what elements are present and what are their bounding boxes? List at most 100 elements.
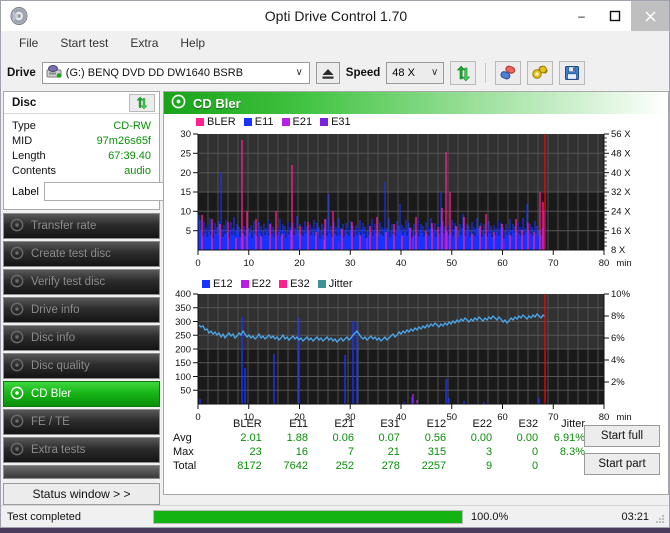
svg-text:min: min xyxy=(616,412,631,423)
sidebar-item-cd-bler[interactable]: CD Bler xyxy=(3,381,160,407)
legend-item-e32: E32 xyxy=(279,278,310,290)
menu-extra[interactable]: Extra xyxy=(120,33,168,53)
svg-text:20: 20 xyxy=(294,258,305,269)
disc-icon xyxy=(10,442,24,459)
resize-grip-icon[interactable] xyxy=(655,514,665,524)
disc-refresh-button[interactable] xyxy=(129,94,155,112)
sidebar-item-fe-te[interactable]: FE / TE xyxy=(3,409,160,435)
svg-text:300: 300 xyxy=(175,317,191,328)
stats-cell: 6.91% xyxy=(553,432,585,444)
chevron-down-icon[interactable]: ∨ xyxy=(295,67,302,78)
sidebar-filler xyxy=(3,465,160,479)
sidebar-item-label: Disc info xyxy=(31,332,76,344)
test-nav-list: Transfer rate Create test disc Verify te… xyxy=(3,213,160,479)
svg-text:8 X: 8 X xyxy=(611,245,626,256)
svg-text:60: 60 xyxy=(497,258,508,269)
legend-item-jitter: Jitter xyxy=(317,278,353,290)
stats-corner xyxy=(169,417,219,431)
sidebar-item-label: Transfer rate xyxy=(31,220,97,232)
stats-cell: 8172 xyxy=(237,460,262,472)
stats-col-jitter: Jitter xyxy=(561,418,585,430)
drive-label: Drive xyxy=(7,67,36,79)
disc-row-type: Type CD-RW xyxy=(12,118,151,133)
minimize-button[interactable]: – xyxy=(565,1,598,31)
eject-button[interactable] xyxy=(315,62,340,84)
stats-cell: 7642 xyxy=(283,460,308,472)
stats-row-label: Max xyxy=(173,446,194,458)
stats-col-bler: BLER xyxy=(233,418,262,430)
disc-row-value: 97m26s65f xyxy=(96,134,151,147)
drive-icon xyxy=(46,64,62,82)
disc-icon xyxy=(10,218,24,235)
disc-row-key: Contents xyxy=(12,164,57,177)
erase-button[interactable] xyxy=(495,61,522,85)
stats-cell: 278 xyxy=(381,460,400,472)
refresh-button[interactable] xyxy=(450,61,477,85)
menu-start-test[interactable]: Start test xyxy=(50,33,118,53)
stats-col-e21: E21 xyxy=(334,418,354,430)
svg-text:2%: 2% xyxy=(611,377,625,388)
legend-swatch xyxy=(240,280,249,288)
sidebar-item-disc-info[interactable]: Disc info xyxy=(3,325,160,351)
disc-row-key: Type xyxy=(12,119,36,132)
stats-cell: 0.00 xyxy=(470,432,493,444)
stats-col-e12: E12 xyxy=(426,418,447,430)
disc-row-value: audio xyxy=(124,164,151,177)
legend-item-e22: E22 xyxy=(240,278,271,290)
maximize-button[interactable] xyxy=(598,1,631,31)
stats-cell: 252 xyxy=(335,460,354,472)
svg-text:40: 40 xyxy=(396,258,407,269)
svg-text:50: 50 xyxy=(446,258,457,269)
stats-cell: 0 xyxy=(531,460,539,472)
chevron-down-icon[interactable]: ∨ xyxy=(431,67,438,78)
svg-text:400: 400 xyxy=(175,289,191,300)
svg-text:80: 80 xyxy=(599,412,610,423)
save-icon xyxy=(565,66,580,80)
legend-item-e11: E11 xyxy=(243,116,274,128)
svg-text:25: 25 xyxy=(180,149,191,160)
drive-select[interactable]: (G:) BENQ DVD DD DW1640 BSRB ∨ xyxy=(41,62,310,84)
sidebar-item-drive-info[interactable]: Drive info xyxy=(3,297,160,323)
status-window-button[interactable]: Status window > > xyxy=(3,483,160,505)
disc-icon xyxy=(10,414,24,431)
stats-cell: 0.00 xyxy=(516,432,539,444)
svg-text:10: 10 xyxy=(243,258,254,269)
svg-text:30: 30 xyxy=(180,129,191,140)
svg-text:70: 70 xyxy=(548,258,559,269)
stats-cell: 0.56 xyxy=(424,432,447,444)
close-button[interactable] xyxy=(631,1,669,31)
speed-select[interactable]: 48 X ∨ xyxy=(386,62,445,84)
speed-value: 48 X xyxy=(392,67,415,79)
sidebar-item-label: Verify test disc xyxy=(31,276,106,288)
menu-help[interactable]: Help xyxy=(170,33,215,53)
sidebar-item-label: FE / TE xyxy=(31,416,70,428)
svg-text:0: 0 xyxy=(195,258,200,269)
jitter-chart-svg: 400 350 300 250 200 150 100 50 10% 8% 6%… xyxy=(164,276,668,436)
disc-info-rows: Type CD-RW MID 97m26s65f Length 67:39.40… xyxy=(4,114,249,209)
legend-item-e21: E21 xyxy=(281,116,312,128)
chart-panel: CD Bler BLER E11 E21 E31 30 25 20 15 10 … xyxy=(163,91,669,495)
start-part-button[interactable]: Start part xyxy=(584,453,660,475)
sidebar-item-create-test-disc[interactable]: Create test disc xyxy=(3,241,160,267)
svg-text:350: 350 xyxy=(175,303,191,314)
erase-icon xyxy=(500,65,516,80)
save-button[interactable] xyxy=(559,61,586,85)
legend-item-e31: E31 xyxy=(320,116,351,128)
table-row: Max 23 16 7 21 315 3 0 8.3% xyxy=(169,445,589,459)
sidebar-item-extra-tests[interactable]: Extra tests xyxy=(3,437,160,463)
legend-label: E32 xyxy=(290,278,310,290)
settings-button[interactable] xyxy=(527,61,554,85)
legend-item-e12: E12 xyxy=(202,278,233,290)
stats-cell: 8.3% xyxy=(559,446,585,458)
stats-row-label: Total xyxy=(173,460,197,472)
sidebar-item-transfer-rate[interactable]: Transfer rate xyxy=(3,213,160,239)
svg-text:30: 30 xyxy=(345,258,356,269)
sidebar-item-disc-quality[interactable]: Disc quality xyxy=(3,353,160,379)
svg-text:10%: 10% xyxy=(611,289,631,300)
svg-text:56 X: 56 X xyxy=(611,129,631,140)
speed-label: Speed xyxy=(345,67,381,79)
svg-text:6%: 6% xyxy=(611,333,625,344)
start-full-button[interactable]: Start full xyxy=(584,425,660,447)
sidebar-item-verify-test-disc[interactable]: Verify test disc xyxy=(3,269,160,295)
menu-file[interactable]: File xyxy=(9,33,48,53)
